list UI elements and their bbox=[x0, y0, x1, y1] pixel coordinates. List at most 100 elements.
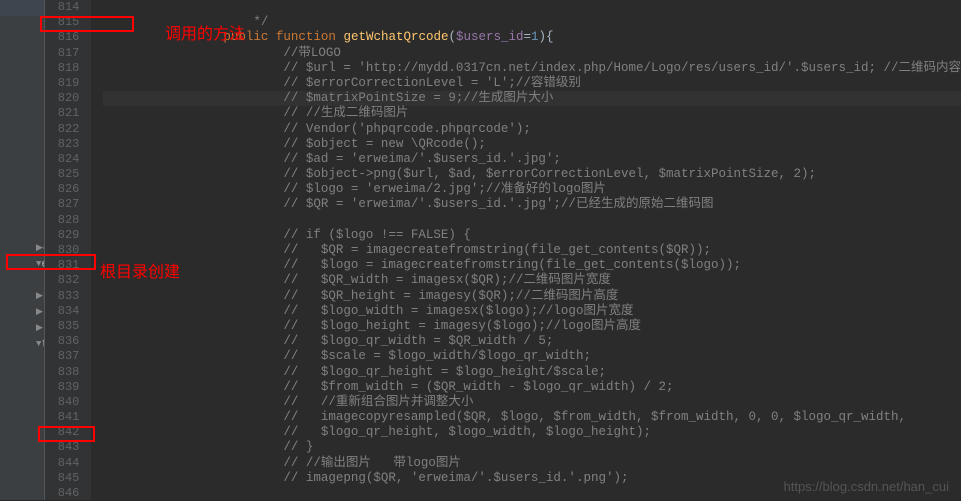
file-item[interactable]: command.php bbox=[0, 128, 45, 144]
code-line[interactable]: // $object->png($url, $ad, $errorCorrect… bbox=[103, 167, 961, 182]
code-line[interactable]: // $object = new \QRcode(); bbox=[103, 137, 961, 152]
line-number: 817 bbox=[45, 46, 79, 61]
line-number: 837 bbox=[45, 349, 79, 364]
file-item[interactable]: database.php bbox=[0, 176, 45, 192]
code-line[interactable]: // $logo_width = imagesx($logo);//logo图片… bbox=[103, 304, 961, 319]
folder-item[interactable]: ▶lang bbox=[0, 368, 45, 384]
line-number: 843 bbox=[45, 440, 79, 455]
code-line[interactable]: // $QR_width = imagesx($QR);//二维码图片宽度 bbox=[103, 273, 961, 288]
code-line[interactable]: // $ad = 'erweima/'.$users_id.'.jpg'; bbox=[103, 152, 961, 167]
code-line[interactable]: // $scale = $logo_width/$logo_qr_width; bbox=[103, 349, 961, 364]
code-line[interactable]: // //重新组合图片并调整大小 bbox=[103, 395, 961, 410]
file-item[interactable]: Pay.php bbox=[0, 48, 45, 64]
folder-item[interactable]: ▶template bbox=[0, 320, 44, 336]
folder-item[interactable]: ▶tpl bbox=[0, 448, 45, 464]
folder-item[interactable]: ▶think bbox=[0, 400, 45, 416]
line-number: 833 bbox=[45, 289, 79, 304]
expand-arrow-icon[interactable]: ▶ bbox=[36, 291, 43, 301]
code-line[interactable]: // $logo = 'erweima/2.jpg';//准备好的logo图片 bbox=[103, 182, 961, 197]
line-number: 841 bbox=[45, 410, 79, 425]
code-line[interactable]: // $logo_qr_width = $QR_width / 5; bbox=[103, 334, 961, 349]
line-number: 834 bbox=[45, 304, 79, 319]
folder-item[interactable]: ▶traits bbox=[0, 416, 45, 432]
folder-item[interactable]: ▼erweima bbox=[0, 256, 44, 272]
expand-arrow-icon[interactable]: ▶ bbox=[36, 243, 43, 253]
file-item[interactable]: error_message.php bbox=[0, 192, 45, 208]
line-number: 845 bbox=[45, 471, 79, 486]
line-number: 842 bbox=[45, 425, 79, 440]
code-line[interactable]: // $QR = imagecreatefromstring(file_get_… bbox=[103, 243, 961, 258]
code-line[interactable]: */ bbox=[103, 15, 961, 30]
folder-item[interactable]: ▶public bbox=[0, 288, 44, 304]
line-number: 818 bbox=[45, 61, 79, 76]
code-line[interactable]: // //生成二维码图片 bbox=[103, 106, 961, 121]
code-line[interactable]: // if ($logo !== FALSE) { bbox=[103, 228, 961, 243]
file-item[interactable]: .htaccess bbox=[0, 480, 45, 496]
line-number: 825 bbox=[45, 167, 79, 182]
code-area[interactable]: */ public function getWchatQrcode($users… bbox=[91, 0, 961, 500]
line-gutter: 8148158168178188198208218228238248258268… bbox=[45, 0, 91, 500]
line-number: 822 bbox=[45, 122, 79, 137]
folder-item[interactable]: ▼thinkphp bbox=[0, 336, 44, 352]
line-number: 826 bbox=[45, 182, 79, 197]
line-number: 839 bbox=[45, 380, 79, 395]
file-item[interactable]: config.php bbox=[0, 160, 45, 176]
line-number: 829 bbox=[45, 228, 79, 243]
code-line[interactable]: // $logo = imagecreatefromstring(file_ge… bbox=[103, 258, 961, 273]
expand-arrow-icon[interactable]: ▶ bbox=[36, 307, 43, 317]
folder-item[interactable]: ▶Vendor bbox=[0, 432, 45, 448]
line-number: 821 bbox=[45, 106, 79, 121]
code-line[interactable]: // $from_width = ($QR_width - $logo_qr_w… bbox=[103, 380, 961, 395]
code-line[interactable] bbox=[103, 0, 961, 15]
file-item[interactable]: Login.php bbox=[0, 0, 45, 16]
line-number: 846 bbox=[45, 486, 79, 501]
file-tree-sidebar[interactable]: Login.phpMember.phpOrder.phpPay.phpphpqr… bbox=[0, 0, 45, 500]
code-line[interactable] bbox=[103, 213, 961, 228]
code-line[interactable]: // $logo_qr_height, $logo_width, $logo_h… bbox=[103, 425, 961, 440]
file-item[interactable]: Order.php bbox=[0, 32, 45, 48]
line-number: 831 bbox=[45, 258, 79, 273]
watermark: https://blog.csdn.net/han_cui bbox=[783, 479, 949, 494]
line-number: 832 bbox=[45, 273, 79, 288]
line-number: 827 bbox=[45, 197, 79, 212]
code-line[interactable]: // $QR_height = imagesy($QR);//二维码图片高度 bbox=[103, 289, 961, 304]
file-item[interactable]: qrlib.php bbox=[0, 80, 45, 96]
line-number: 835 bbox=[45, 319, 79, 334]
file-item[interactable]: tags.php bbox=[0, 224, 45, 240]
line-number: 816 bbox=[45, 30, 79, 45]
folder-item[interactable]: ▶Extend bbox=[0, 352, 45, 368]
line-number: 840 bbox=[45, 395, 79, 410]
folder-item[interactable]: ▼library bbox=[0, 384, 45, 400]
code-line[interactable]: //带LOGO bbox=[103, 46, 961, 61]
code-line[interactable]: // $logo_qr_height = $logo_height/$scale… bbox=[103, 365, 961, 380]
file-item[interactable]: Member.php bbox=[0, 16, 45, 32]
code-line[interactable]: // imagecopyresampled($QR, $logo, $from_… bbox=[103, 410, 961, 425]
file-item[interactable]: route.php bbox=[0, 208, 45, 224]
code-line[interactable]: // $url = 'http://mydd.0317cn.net/index.… bbox=[103, 61, 961, 76]
line-number: 836 bbox=[45, 334, 79, 349]
file-item[interactable]: .travis.yml bbox=[0, 496, 45, 500]
code-line[interactable]: public function getWchatQrcode($users_id… bbox=[103, 30, 961, 45]
line-number: 844 bbox=[45, 456, 79, 471]
code-line[interactable]: // } bbox=[103, 440, 961, 455]
folder-item[interactable]: ▶runtime bbox=[0, 304, 44, 320]
code-line[interactable]: // $matrixPointSize = 9;//生成图片大小 bbox=[103, 91, 961, 106]
code-line[interactable]: // $logo_height = imagesy($logo);//logo图… bbox=[103, 319, 961, 334]
line-number: 824 bbox=[45, 152, 79, 167]
file-item[interactable]: Shop.php bbox=[0, 96, 45, 112]
line-number: 820 bbox=[45, 91, 79, 106]
code-line[interactable]: // $QR = 'erweima/'.$users_id.'.jpg';//已… bbox=[103, 197, 961, 212]
file-item[interactable]: .gitignore bbox=[0, 464, 45, 480]
file-item[interactable]: 1.jpg bbox=[0, 272, 45, 288]
code-editor[interactable]: 8148158168178188198208218228238248258268… bbox=[45, 0, 961, 500]
line-number: 838 bbox=[45, 365, 79, 380]
file-item[interactable]: Wchat.php bbox=[0, 112, 45, 128]
file-item[interactable]: common.php bbox=[0, 144, 45, 160]
code-line[interactable]: // Vendor('phpqrcode.phpqrcode'); bbox=[103, 122, 961, 137]
code-line[interactable]: // $errorCorrectionLevel = 'L';//容错级别 bbox=[103, 76, 961, 91]
code-line[interactable]: // //输出图片 带logo图片 bbox=[103, 456, 961, 471]
file-item[interactable]: phpqrcode.php bbox=[0, 64, 45, 80]
line-number: 823 bbox=[45, 137, 79, 152]
expand-arrow-icon[interactable]: ▶ bbox=[36, 323, 43, 333]
folder-item[interactable]: ▶data bbox=[0, 240, 44, 256]
